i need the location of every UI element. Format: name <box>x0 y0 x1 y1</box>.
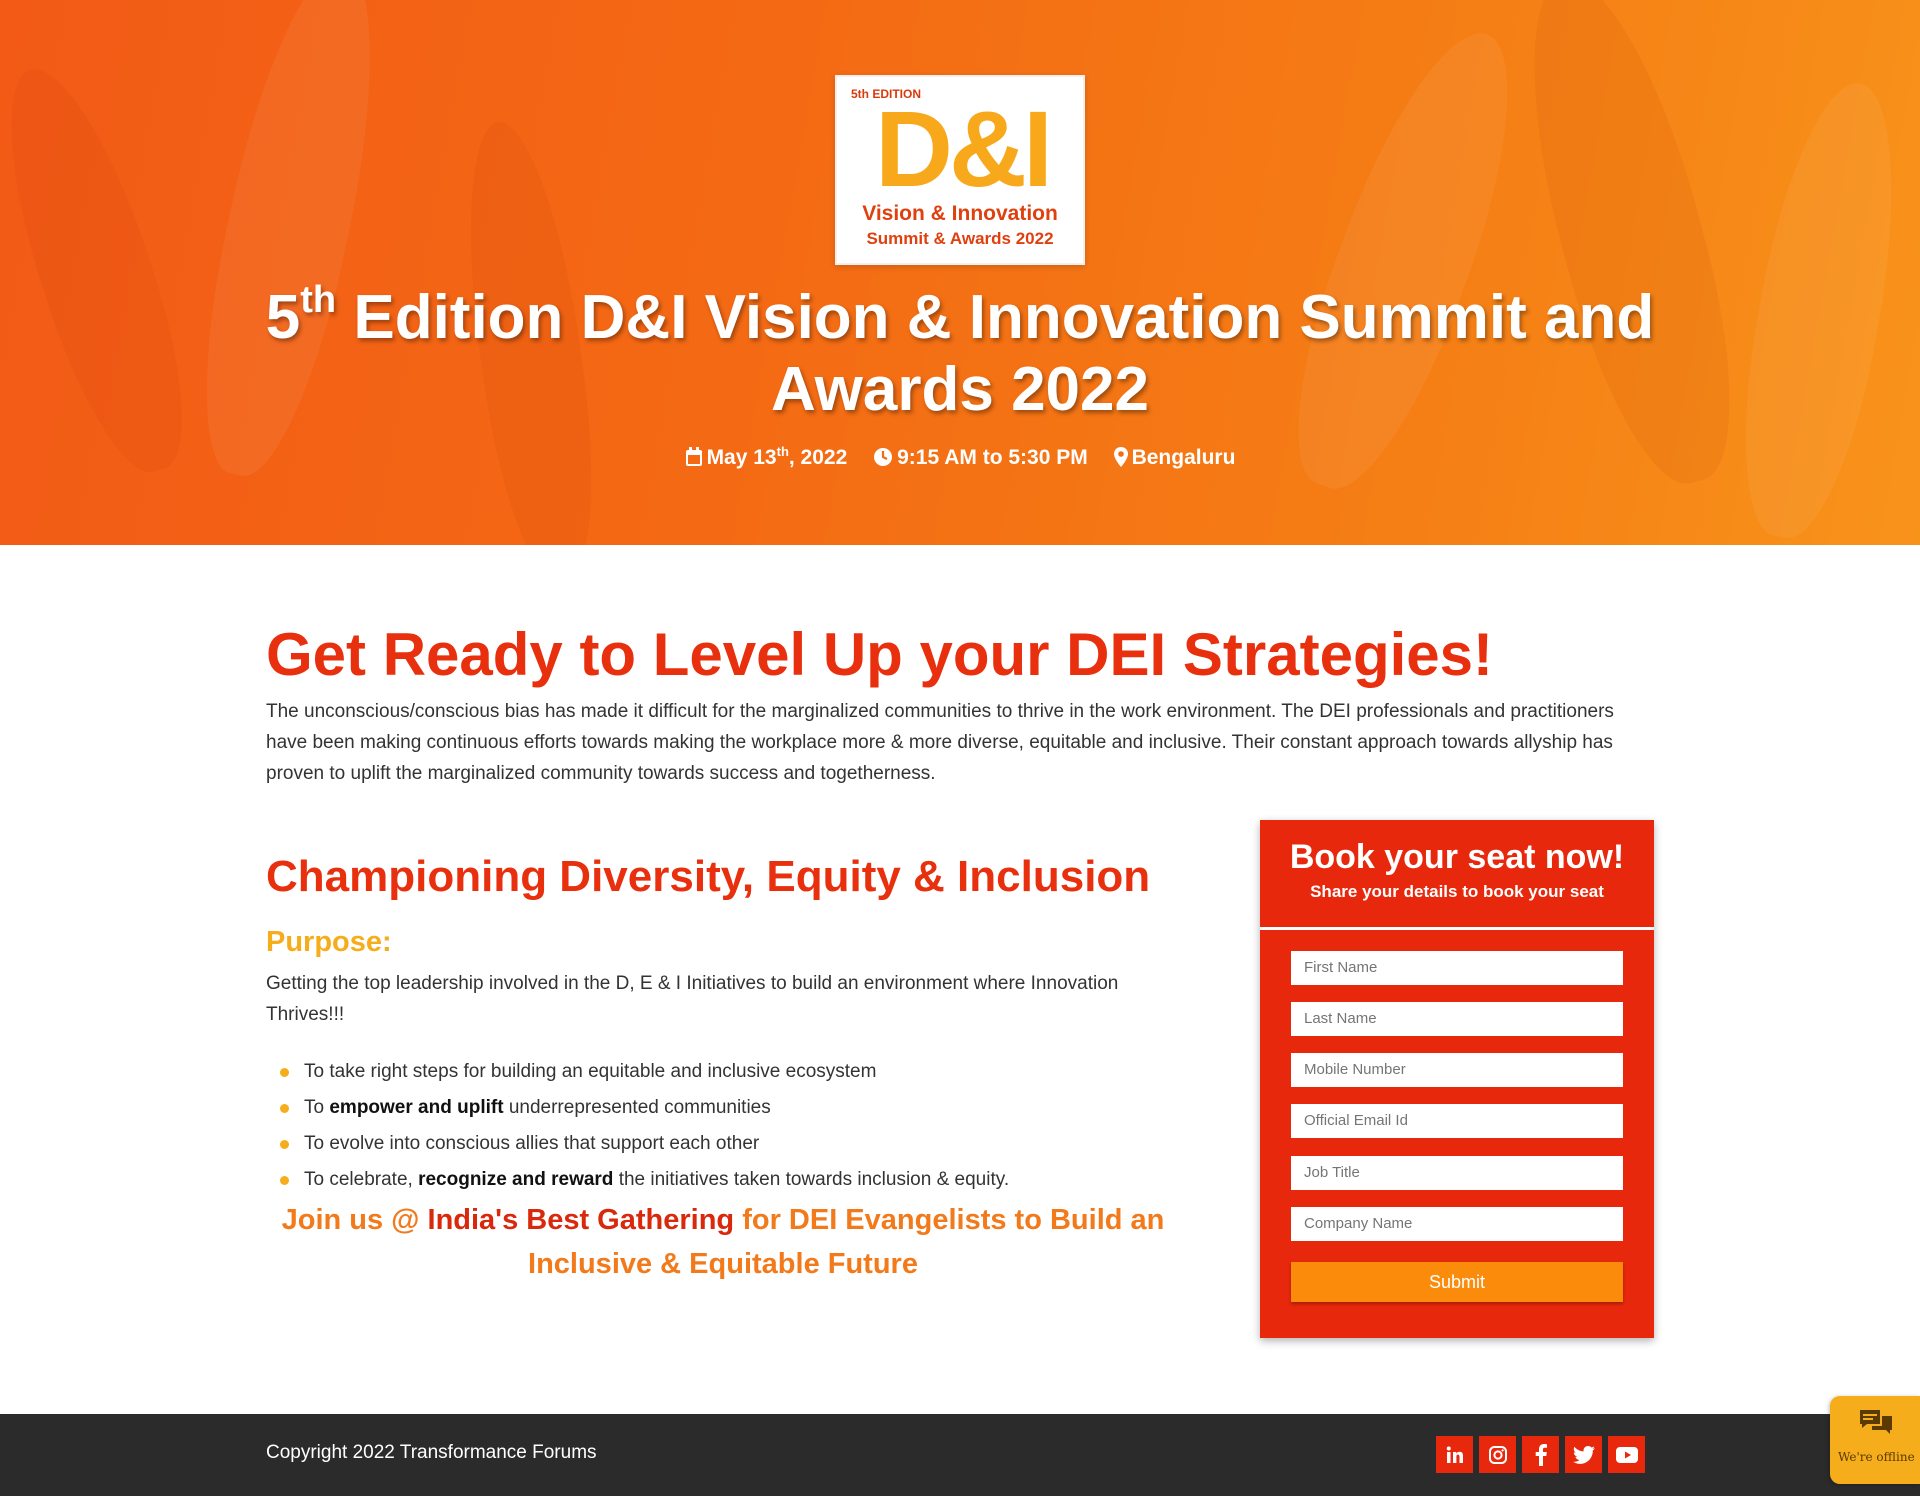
chat-widget[interactable]: We're offline <box>1830 1396 1920 1484</box>
instagram-icon <box>1488 1445 1507 1464</box>
join-callout: Join us @ India's Best Gathering for DEI… <box>281 1204 1165 1280</box>
form-divider <box>1260 927 1654 930</box>
linkedin-icon <box>1446 1446 1463 1463</box>
event-date: May 13th, 2022 <box>685 444 847 470</box>
clock-icon <box>874 448 893 466</box>
mobile-number-field[interactable] <box>1291 1053 1623 1087</box>
event-location: Bengaluru <box>1113 446 1235 470</box>
facebook-link[interactable] <box>1522 1436 1559 1473</box>
event-logo: 5th EDITION D&I Vision & Innovation Summ… <box>835 75 1085 265</box>
event-time: 9:15 AM to 5:30 PM <box>873 446 1088 470</box>
first-name-field[interactable] <box>1291 951 1623 985</box>
logo-line2: Summit & Awards 2022 <box>866 229 1054 248</box>
facebook-icon <box>1535 1443 1547 1466</box>
purpose-text: Getting the top leadership involved in t… <box>266 973 1119 1025</box>
list-item: To empower and uplift underrepresented c… <box>280 1090 1180 1126</box>
logo-mark: D&I <box>875 88 1053 209</box>
booking-form: Book your seat now! Share your details t… <box>1260 820 1654 1338</box>
list-item: To evolve into conscious allies that sup… <box>280 1126 1180 1162</box>
form-subtitle: Share your details to book your seat <box>1310 882 1604 901</box>
copyright-text: Copyright 2022 Transformance Forums <box>266 1442 597 1463</box>
linkedin-link[interactable] <box>1436 1436 1473 1473</box>
logo-line1: Vision & Innovation <box>862 202 1058 225</box>
subsection-heading: Championing Diversity, Equity & Inclusio… <box>266 852 1151 901</box>
section-heading: Get Ready to Level Up your DEI Strategie… <box>266 621 1493 688</box>
map-pin-icon <box>1113 447 1128 467</box>
list-item: To celebrate, recognize and reward the i… <box>280 1162 1180 1198</box>
email-field[interactable] <box>1291 1104 1623 1138</box>
company-name-field[interactable] <box>1291 1207 1623 1241</box>
social-links <box>1430 1436 1645 1473</box>
job-title-field[interactable] <box>1291 1156 1623 1190</box>
twitter-link[interactable] <box>1565 1436 1602 1473</box>
page-title: 5th Edition D&I Vision & Innovation Summ… <box>265 279 1655 424</box>
calendar-icon <box>685 447 702 466</box>
chat-status: We're offline <box>1838 1450 1915 1464</box>
form-title: Book your seat now! <box>1289 838 1625 876</box>
footer: Copyright 2022 Transformance Forums <box>0 1414 1920 1496</box>
youtube-icon <box>1615 1446 1638 1463</box>
last-name-field[interactable] <box>1291 1002 1623 1036</box>
purpose-list: To take right steps for building an equi… <box>280 1054 1180 1198</box>
hero-bg-hand <box>1261 12 1549 508</box>
youtube-link[interactable] <box>1608 1436 1645 1473</box>
intro-paragraph: The unconscious/conscious bias has made … <box>266 701 1614 784</box>
list-item: To take right steps for building an equi… <box>280 1054 1180 1090</box>
twitter-icon <box>1572 1445 1595 1464</box>
event-meta: May 13th, 2022 9:15 AM to 5:30 PM Bengal… <box>460 444 1460 470</box>
hero-banner: 5th EDITION D&I Vision & Innovation Summ… <box>0 0 1920 545</box>
instagram-link[interactable] <box>1479 1436 1516 1473</box>
purpose-label: Purpose: <box>266 926 392 958</box>
submit-button[interactable]: Submit <box>1291 1262 1623 1302</box>
chat-bubble-icon <box>1860 1410 1892 1434</box>
